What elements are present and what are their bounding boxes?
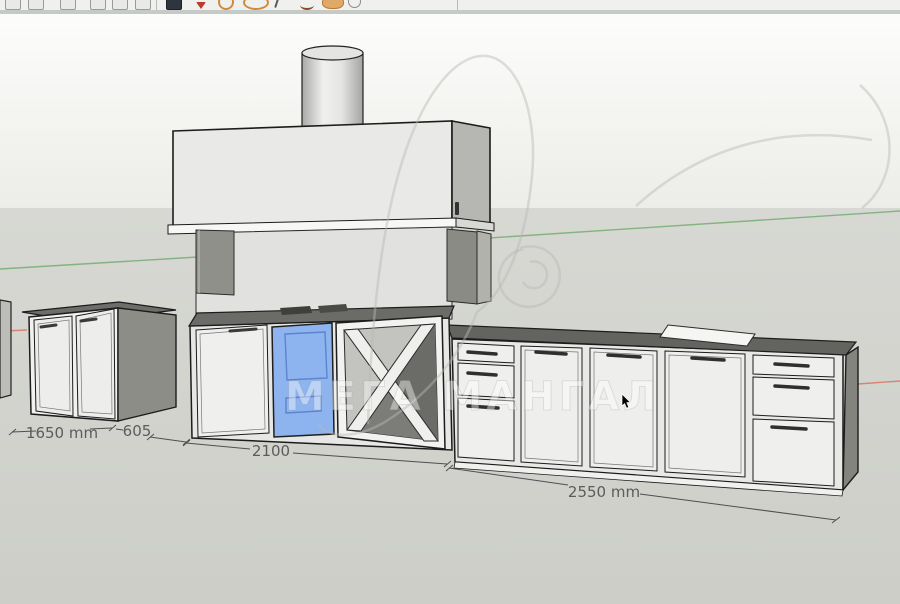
door-handle[interactable] (81, 319, 96, 321)
sketchup-window: 1650 mm 605 2100 2550 mm МЕГА МАНГАЛ (0, 0, 900, 604)
dimension-label-1650[interactable]: 1650 mm (26, 424, 98, 442)
grill-counter-door[interactable] (196, 325, 269, 437)
open-icon[interactable] (28, 0, 44, 10)
door-handle[interactable] (41, 325, 56, 327)
right-run-side (843, 347, 858, 490)
left-cabinet[interactable] (22, 302, 176, 421)
line-tool-icon[interactable] (274, 0, 280, 8)
left-cabinet-side (118, 308, 176, 421)
dimension-label-2100[interactable]: 2100 (252, 442, 290, 460)
pie-tool-icon[interactable] (322, 0, 344, 9)
door-handle[interactable] (692, 358, 724, 360)
save-icon[interactable] (60, 0, 76, 10)
circle-tool-icon[interactable] (218, 0, 234, 10)
oval-tool-icon[interactable] (243, 0, 269, 10)
right-run-door-3[interactable] (665, 351, 745, 477)
left-cabinet-door-2[interactable] (76, 309, 115, 419)
left-edge-partial-cabinet[interactable] (0, 300, 11, 398)
door-handle[interactable] (608, 355, 640, 357)
drawer-handle[interactable] (772, 427, 806, 429)
door-handle[interactable] (536, 352, 566, 354)
hood-latch (455, 202, 459, 215)
dimension-label-2550[interactable]: 2550 mm (568, 483, 640, 501)
toolbar-separator (156, 0, 157, 10)
right-support-post (447, 229, 477, 304)
exhaust-hood[interactable] (168, 121, 494, 234)
left-cabinet-door-1[interactable] (34, 316, 73, 416)
toolbar (0, 0, 900, 10)
new-icon[interactable] (5, 0, 21, 10)
drawer-handle[interactable] (775, 386, 808, 388)
chimney[interactable] (302, 46, 363, 127)
toolbar-bottom-edge (0, 10, 900, 14)
paste-icon[interactable] (135, 0, 151, 10)
watermark-text: МЕГА МАНГАЛ (285, 374, 660, 420)
select-tool-icon[interactable] (166, 0, 182, 10)
cut-icon[interactable] (90, 0, 106, 10)
dimension-label-605[interactable]: 605 (123, 422, 152, 440)
3d-viewport[interactable]: 1650 mm 605 2100 2550 mm МЕГА МАНГАЛ (0, 0, 900, 604)
door-handle[interactable] (230, 329, 256, 331)
red-arrow-icon[interactable] (196, 2, 206, 9)
drawer-handle[interactable] (468, 352, 496, 354)
left-support-post (196, 230, 234, 295)
copy-icon[interactable] (112, 0, 128, 10)
drawer-handle[interactable] (775, 364, 808, 366)
toolbar-separator (457, 0, 458, 10)
freehand-tool-icon[interactable] (300, 0, 314, 10)
polygon-tool-icon[interactable] (348, 0, 361, 8)
